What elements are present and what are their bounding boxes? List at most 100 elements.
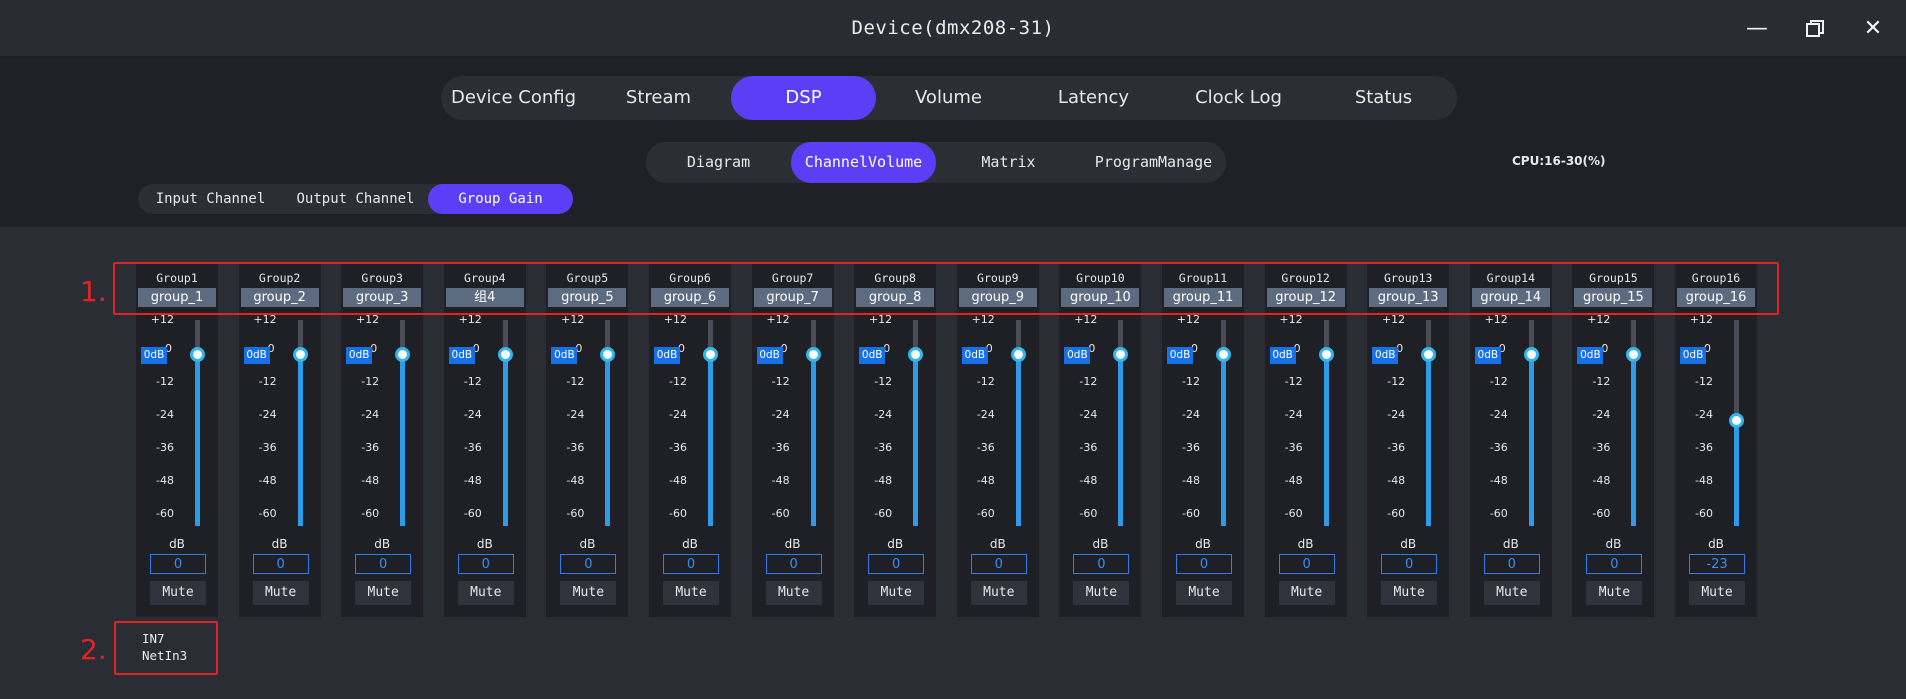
gain-value-input[interactable] [1586,554,1643,574]
gain-value-input[interactable] [457,554,514,574]
gain-value-input[interactable] [252,554,309,574]
scale-label: -24 [1079,408,1098,421]
fader-knob[interactable] [395,346,411,362]
db-unit-label: dB [1708,537,1724,551]
gain-value-input[interactable] [970,554,1027,574]
group-strip-2: Group2group_2+120-12-24-36-48-600dBdBMut… [238,262,321,617]
mute-button[interactable]: Mute [560,581,617,605]
close-icon[interactable]: ✕ [1856,12,1890,46]
scale-label: -36 [1182,441,1200,454]
mute-button[interactable]: Mute [663,581,719,605]
fader-fill [1734,420,1739,526]
zero-db-badge: 0dB [859,347,886,364]
gain-value-input[interactable] [1483,554,1540,574]
gain-value-input[interactable] [1073,554,1130,574]
fader-knob[interactable] [190,346,205,362]
main-tab-device-config[interactable]: Device Config [441,76,586,120]
mute-button[interactable]: Mute [150,581,206,605]
sub-tab-programmanage[interactable]: ProgramManage [1081,142,1226,183]
ch-tab-input-channel[interactable]: Input Channel [138,184,283,214]
main-tab-latency[interactable]: Latency [1021,76,1166,120]
mute-button[interactable]: Mute [457,581,514,605]
scale-label: -60 [1592,507,1611,520]
mute-button[interactable]: Mute [970,581,1027,605]
main-tab-clock-log[interactable]: Clock Log [1166,76,1311,120]
fader-fill [810,354,816,526]
scale-label: -36 [976,441,995,454]
restore-icon[interactable] [1798,12,1832,46]
gain-value-input[interactable] [663,554,719,574]
scale-label: -48 [1592,474,1611,487]
sub-tab-diagram[interactable]: Diagram [646,142,791,183]
mute-button[interactable]: Mute [1278,581,1335,605]
scale-label: -24 [1387,408,1406,421]
scale-label: -48 [463,474,482,487]
mute-button[interactable]: Mute [1176,581,1232,605]
gain-value-input[interactable] [355,554,412,574]
scale-label: -24 [771,408,790,421]
scale-label: -48 [669,474,687,487]
mute-button[interactable]: Mute [252,581,309,605]
group-strip-10: Group10group_10+120-12-24-36-48-600dBdBM… [1059,262,1142,617]
scale-label: -12 [669,375,687,388]
mute-button[interactable]: Mute [765,581,822,605]
gain-value-input[interactable] [868,554,925,574]
fader-knob[interactable] [1729,412,1744,428]
fader-knob[interactable] [805,346,821,362]
scale-label: -48 [566,474,585,487]
scale-label: -12 [1489,375,1508,388]
scale-label: -60 [771,507,790,520]
sub-tab-channelvolume[interactable]: ChannelVolume [791,142,936,183]
fader-knob[interactable] [1113,346,1129,362]
gain-value-input[interactable] [1278,554,1335,574]
zero-db-badge: 0dB [1680,347,1706,364]
ch-tab-output-channel[interactable]: Output Channel [283,184,428,214]
main-tab-stream[interactable]: Stream [586,76,731,120]
minimize-icon[interactable]: — [1740,12,1774,46]
fader-knob[interactable] [1626,346,1642,362]
gain-value-input[interactable] [150,554,206,574]
mute-button[interactable]: Mute [1689,581,1745,605]
fader-knob[interactable] [1421,346,1437,362]
fader-knob[interactable] [1216,346,1231,362]
cpu-usage: CPU:16-30(%) [1512,154,1606,168]
fader-knob[interactable] [600,346,616,362]
mute-button[interactable]: Mute [1073,581,1130,605]
gain-value-input[interactable] [1689,554,1745,574]
zero-db-badge: 0dB [551,347,578,364]
main-tab-volume[interactable]: Volume [876,76,1021,120]
fader-fill [1528,354,1534,526]
ch-tab-group-gain[interactable]: Group Gain [428,184,573,214]
fader-knob[interactable] [1318,346,1334,362]
fader-knob[interactable] [1010,346,1026,362]
fader-knob[interactable] [497,346,513,362]
scale-label: -60 [976,507,995,520]
fader-knob[interactable] [908,346,924,362]
fader-knob[interactable] [703,346,718,362]
zero-db-badge: 0dB [961,347,988,364]
fader-knob[interactable] [1523,346,1539,362]
gain-value-input[interactable] [1176,554,1232,574]
sub-tab-matrix[interactable]: Matrix [936,142,1081,183]
zero-db-badge: 0dB [346,347,373,364]
main-tab-status[interactable]: Status [1311,76,1456,120]
db-unit-label: dB [682,537,698,551]
scale-label: -36 [1489,441,1508,454]
mute-button[interactable]: Mute [1381,581,1438,605]
mute-button[interactable]: Mute [355,581,412,605]
scale-label: -36 [1079,441,1098,454]
db-unit-label: dB [476,537,493,551]
gain-value-input[interactable] [560,554,617,574]
db-unit-label: dB [784,537,801,551]
fader-knob[interactable] [292,346,308,362]
fader-fill [1221,354,1226,526]
mute-button[interactable]: Mute [1483,581,1540,605]
main-tab-dsp[interactable]: DSP [731,76,876,120]
mute-button[interactable]: Mute [1586,581,1643,605]
fader-fill [708,354,713,526]
zero-db-badge: 0dB [1372,347,1399,364]
mute-button[interactable]: Mute [868,581,925,605]
gain-value-input[interactable] [765,554,822,574]
gain-value-input[interactable] [1381,554,1438,574]
scale-label: -24 [258,408,277,421]
